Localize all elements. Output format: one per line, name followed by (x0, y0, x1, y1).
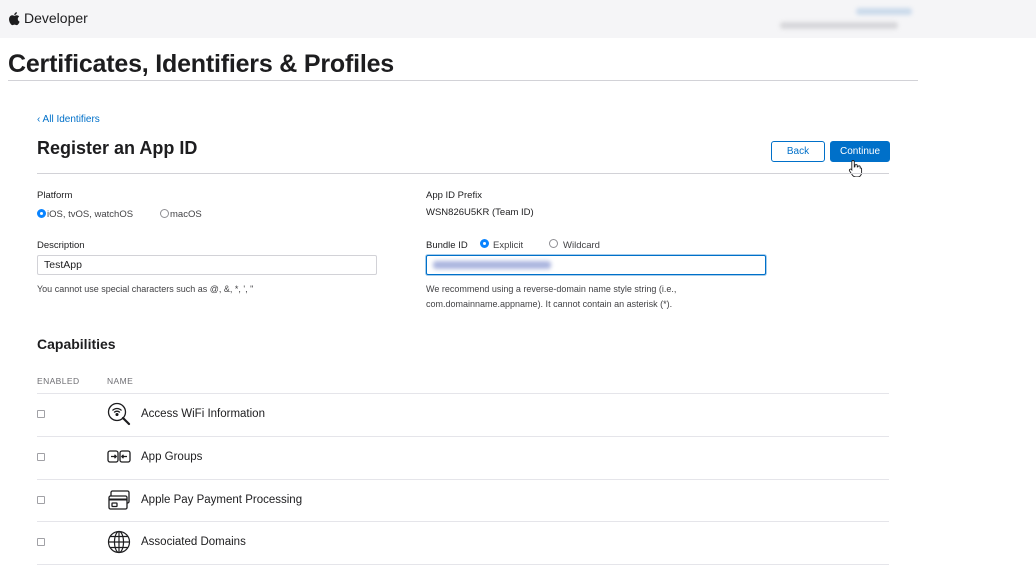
apple-logo-icon (9, 11, 20, 25)
platform-macos-label: macOS (170, 209, 202, 220)
wifi-search-icon (107, 402, 131, 426)
developer-home-link[interactable]: Developer (8, 10, 88, 26)
bundle-id-redacted-value (433, 261, 551, 269)
capability-checkbox[interactable] (37, 410, 45, 418)
capability-row-apple-pay: Apple Pay Payment Processing (37, 480, 889, 522)
capability-name: App Groups (141, 451, 203, 463)
description-help-text: You cannot use special characters such a… (37, 284, 254, 294)
account-link[interactable] (856, 8, 912, 15)
capability-name: Access WiFi Information (141, 408, 265, 420)
capabilities-title: Capabilities (37, 336, 116, 352)
capability-row-associated-domains: Associated Domains (37, 522, 889, 564)
capability-row-app-groups: App Groups (37, 437, 889, 479)
account-name (780, 22, 898, 29)
bundle-id-input[interactable] (426, 255, 766, 275)
form-divider (37, 173, 889, 174)
app-groups-icon (107, 450, 131, 463)
bundle-id-explicit-radio[interactable] (480, 239, 489, 248)
platform-label: Platform (37, 190, 73, 201)
hand-pointer-cursor-icon (848, 160, 863, 177)
description-input[interactable]: TestApp (37, 255, 377, 275)
bundle-id-label: Bundle ID (426, 240, 468, 251)
globe-icon (107, 530, 131, 554)
top-nav-bar: Developer (0, 0, 1036, 38)
bundle-id-explicit-label: Explicit (493, 240, 524, 251)
title-divider (8, 80, 918, 81)
credit-card-icon (108, 490, 130, 510)
name-column-header: NAME (107, 376, 134, 386)
row-divider (37, 564, 889, 565)
page-title: Certificates, Identifiers & Profiles (8, 50, 394, 78)
app-id-prefix-value: WSN826U5KR (Team ID) (426, 207, 534, 218)
capability-checkbox[interactable] (37, 538, 45, 546)
app-id-prefix-label: App ID Prefix (426, 190, 482, 201)
capability-row-access-wifi: Access WiFi Information (37, 394, 889, 436)
bundle-id-wildcard-label: Wildcard (563, 240, 600, 251)
brand-label: Developer (24, 10, 88, 26)
form-title: Register an App ID (37, 138, 198, 158)
capability-checkbox[interactable] (37, 496, 45, 504)
capability-checkbox[interactable] (37, 453, 45, 461)
back-button[interactable]: Back (771, 141, 825, 162)
description-label: Description (37, 240, 85, 251)
platform-ios-radio[interactable] (37, 209, 46, 218)
all-identifiers-link[interactable]: ‹ All Identifiers (37, 114, 100, 125)
capability-name: Associated Domains (141, 536, 246, 548)
capability-name: Apple Pay Payment Processing (141, 494, 303, 506)
enabled-column-header: ENABLED (37, 376, 80, 386)
platform-macos-radio[interactable] (160, 209, 169, 218)
bundle-id-wildcard-radio[interactable] (549, 239, 558, 248)
bundle-id-help-line-2: com.domainname.appname). It cannot conta… (426, 299, 673, 309)
platform-ios-label: iOS, tvOS, watchOS (47, 209, 134, 220)
bundle-id-help-line-1: We recommend using a reverse-domain name… (426, 284, 677, 294)
